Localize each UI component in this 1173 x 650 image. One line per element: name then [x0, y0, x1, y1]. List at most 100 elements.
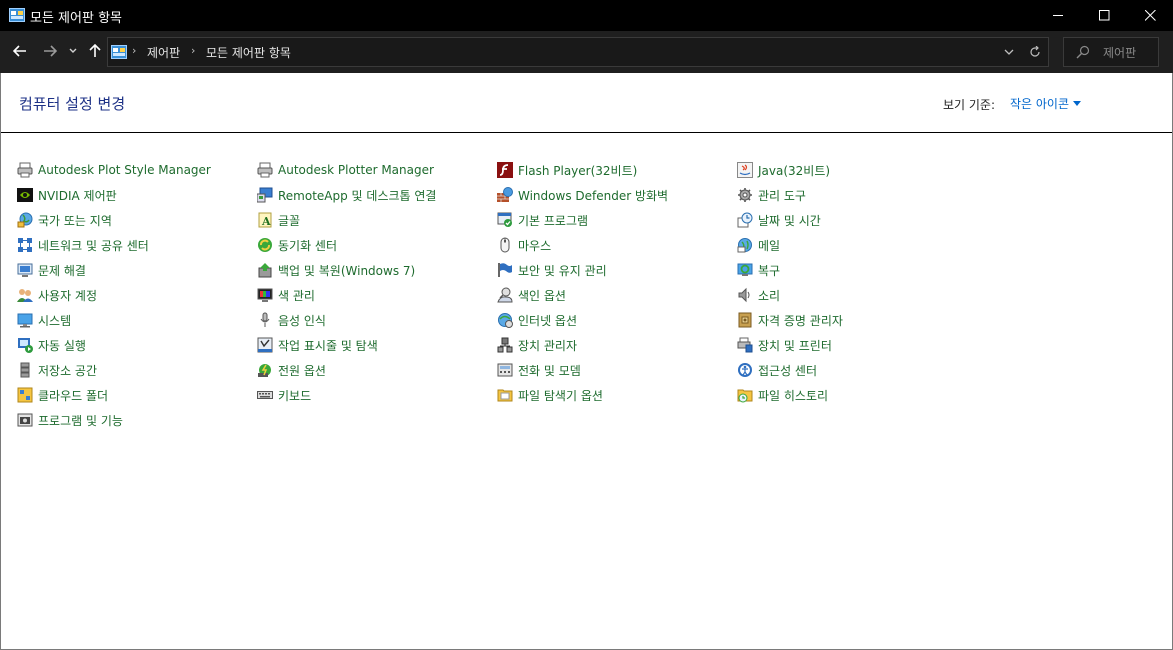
- title-bar: 모든 제어판 항목: [0, 0, 1173, 31]
- window-title: 모든 제어판 항목: [30, 11, 122, 26]
- item-network-sharing-center[interactable]: 네트워크 및 공유 센터: [17, 233, 149, 257]
- item-indexing-options[interactable]: 색인 옵션: [497, 283, 566, 307]
- item-java[interactable]: Java(32비트): [737, 158, 830, 182]
- mouse-icon: [500, 237, 510, 253]
- breadcrumb-control-panel[interactable]: 제어판: [147, 44, 180, 61]
- item-remoteapp[interactable]: RemoteApp 및 데스크톱 연결: [257, 183, 436, 207]
- item-nvidia-control-panel[interactable]: NVIDIA 제어판: [17, 183, 117, 207]
- item-windows-defender-firewall[interactable]: Windows Defender 방화벽: [497, 183, 668, 207]
- item-taskbar-navigation[interactable]: 작업 표시줄 및 탐색: [257, 333, 378, 357]
- search-box[interactable]: 제어판: [1063, 37, 1159, 67]
- file-history-icon: [737, 389, 753, 403]
- item-administrative-tools[interactable]: 관리 도구: [737, 183, 806, 207]
- item-backup-restore[interactable]: 백업 및 복원(Windows 7): [257, 258, 415, 282]
- mail-icon: [737, 238, 752, 253]
- item-device-manager[interactable]: 장치 관리자: [497, 333, 577, 357]
- item-power-options[interactable]: 전원 옵션: [257, 358, 326, 382]
- default-programs-icon: [497, 212, 512, 227]
- minimize-button[interactable]: [1035, 0, 1081, 31]
- item-autodesk-plotter-manager[interactable]: Autodesk Plotter Manager: [257, 158, 434, 182]
- sync-icon: [258, 238, 272, 252]
- credential-icon: [738, 312, 752, 328]
- indexing-icon: [497, 287, 513, 303]
- maximize-icon: [1098, 10, 1109, 21]
- flag-icon: [498, 263, 512, 277]
- arrow-up-icon: [89, 44, 101, 57]
- phone-modem-icon: [497, 363, 513, 377]
- up-button[interactable]: [84, 38, 106, 64]
- address-dropdown-button[interactable]: [998, 42, 1020, 62]
- chevron-down-icon: [1004, 49, 1014, 55]
- item-file-history[interactable]: 파일 히스토리: [737, 383, 828, 407]
- view-by-dropdown[interactable]: 작은 아이콘: [1010, 95, 1082, 112]
- troubleshoot-icon: [17, 263, 33, 277]
- item-region[interactable]: 국가 또는 지역: [17, 208, 112, 232]
- folder-options-icon: [497, 389, 513, 402]
- breadcrumb-separator-icon[interactable]: ›: [191, 44, 195, 57]
- internet-options-icon: [498, 313, 513, 328]
- maximize-button[interactable]: [1081, 0, 1127, 31]
- item-color-management[interactable]: 색 관리: [257, 283, 315, 307]
- network-icon: [18, 238, 32, 252]
- item-mouse[interactable]: 마우스: [497, 233, 551, 257]
- item-default-programs[interactable]: 기본 프로그램: [497, 208, 588, 232]
- breadcrumb-separator-icon[interactable]: ›: [132, 44, 136, 57]
- search-placeholder[interactable]: 제어판: [1103, 44, 1136, 61]
- refresh-button[interactable]: [1024, 42, 1046, 62]
- item-storage-spaces[interactable]: 저장소 공간: [17, 358, 97, 382]
- item-keyboard[interactable]: 키보드: [257, 383, 311, 407]
- item-programs-features[interactable]: 프로그램 및 기능: [17, 408, 123, 432]
- control-panel-icon: [111, 45, 127, 59]
- item-speech-recognition[interactable]: 음성 인식: [257, 308, 326, 332]
- device-manager-icon: [497, 337, 513, 353]
- devices-printers-icon: [737, 337, 753, 353]
- breadcrumb-all-items[interactable]: 모든 제어판 항목: [206, 44, 291, 61]
- clock-icon: [737, 212, 753, 228]
- refresh-icon: [1030, 46, 1040, 57]
- item-system[interactable]: 시스템: [17, 308, 71, 332]
- microphone-icon: [260, 312, 270, 327]
- item-ease-of-access[interactable]: 접근성 센터: [737, 358, 817, 382]
- autoplay-icon: [18, 338, 33, 353]
- keyboard-icon: [257, 391, 273, 399]
- minimize-icon: [1052, 15, 1063, 16]
- item-date-time[interactable]: 날짜 및 시간: [737, 208, 821, 232]
- item-credential-manager[interactable]: 자격 증명 관리자: [737, 308, 843, 332]
- item-phone-modem[interactable]: 전화 및 모뎀: [497, 358, 581, 382]
- item-mail[interactable]: 메일: [737, 233, 780, 257]
- recent-locations-button[interactable]: [65, 38, 81, 64]
- item-troubleshooting[interactable]: 문제 해결: [17, 258, 86, 282]
- arrow-right-icon: [44, 45, 57, 57]
- item-cloud-folder[interactable]: 클라우드 폴더: [17, 383, 108, 407]
- item-sync-center[interactable]: 동기화 센터: [257, 233, 337, 257]
- firewall-icon: [497, 187, 513, 202]
- item-security-maintenance[interactable]: 보안 및 유지 관리: [497, 258, 607, 282]
- back-button[interactable]: [8, 38, 32, 64]
- flash-icon: [497, 162, 513, 178]
- item-devices-printers[interactable]: 장치 및 프린터: [737, 333, 832, 357]
- page-title: 컴퓨터 설정 변경: [19, 95, 126, 113]
- speaker-icon: [738, 287, 750, 303]
- forward-button[interactable]: [38, 38, 62, 64]
- item-sound[interactable]: 소리: [737, 283, 780, 307]
- item-recovery[interactable]: 복구: [737, 258, 780, 282]
- java-icon: [737, 162, 753, 178]
- item-file-explorer-options[interactable]: 파일 탐색기 옵션: [497, 383, 603, 407]
- close-button[interactable]: [1127, 0, 1173, 31]
- window-border-left: [0, 73, 1, 650]
- item-fonts[interactable]: A 글꼴: [257, 208, 300, 232]
- item-autoplay[interactable]: 자동 실행: [17, 333, 86, 357]
- navigation-bar: › 제어판 › 모든 제어판 항목 제어판: [0, 31, 1173, 73]
- item-internet-options[interactable]: 인터넷 옵션: [497, 308, 577, 332]
- item-user-accounts[interactable]: 사용자 계정: [17, 283, 97, 307]
- plotter-icon: [257, 162, 273, 178]
- accessibility-icon: [738, 363, 752, 377]
- admin-tools-icon: [738, 188, 752, 202]
- item-autodesk-plot-style-manager[interactable]: Autodesk Plot Style Manager: [17, 158, 211, 182]
- view-by-value[interactable]: 작은 아이콘: [1010, 95, 1069, 112]
- globe-region-icon: [17, 212, 33, 228]
- backup-icon: [258, 263, 272, 278]
- fonts-icon: A: [258, 212, 272, 228]
- item-flash-player[interactable]: Flash Player(32비트): [497, 158, 637, 182]
- address-bar[interactable]: › 제어판 › 모든 제어판 항목: [107, 37, 1049, 67]
